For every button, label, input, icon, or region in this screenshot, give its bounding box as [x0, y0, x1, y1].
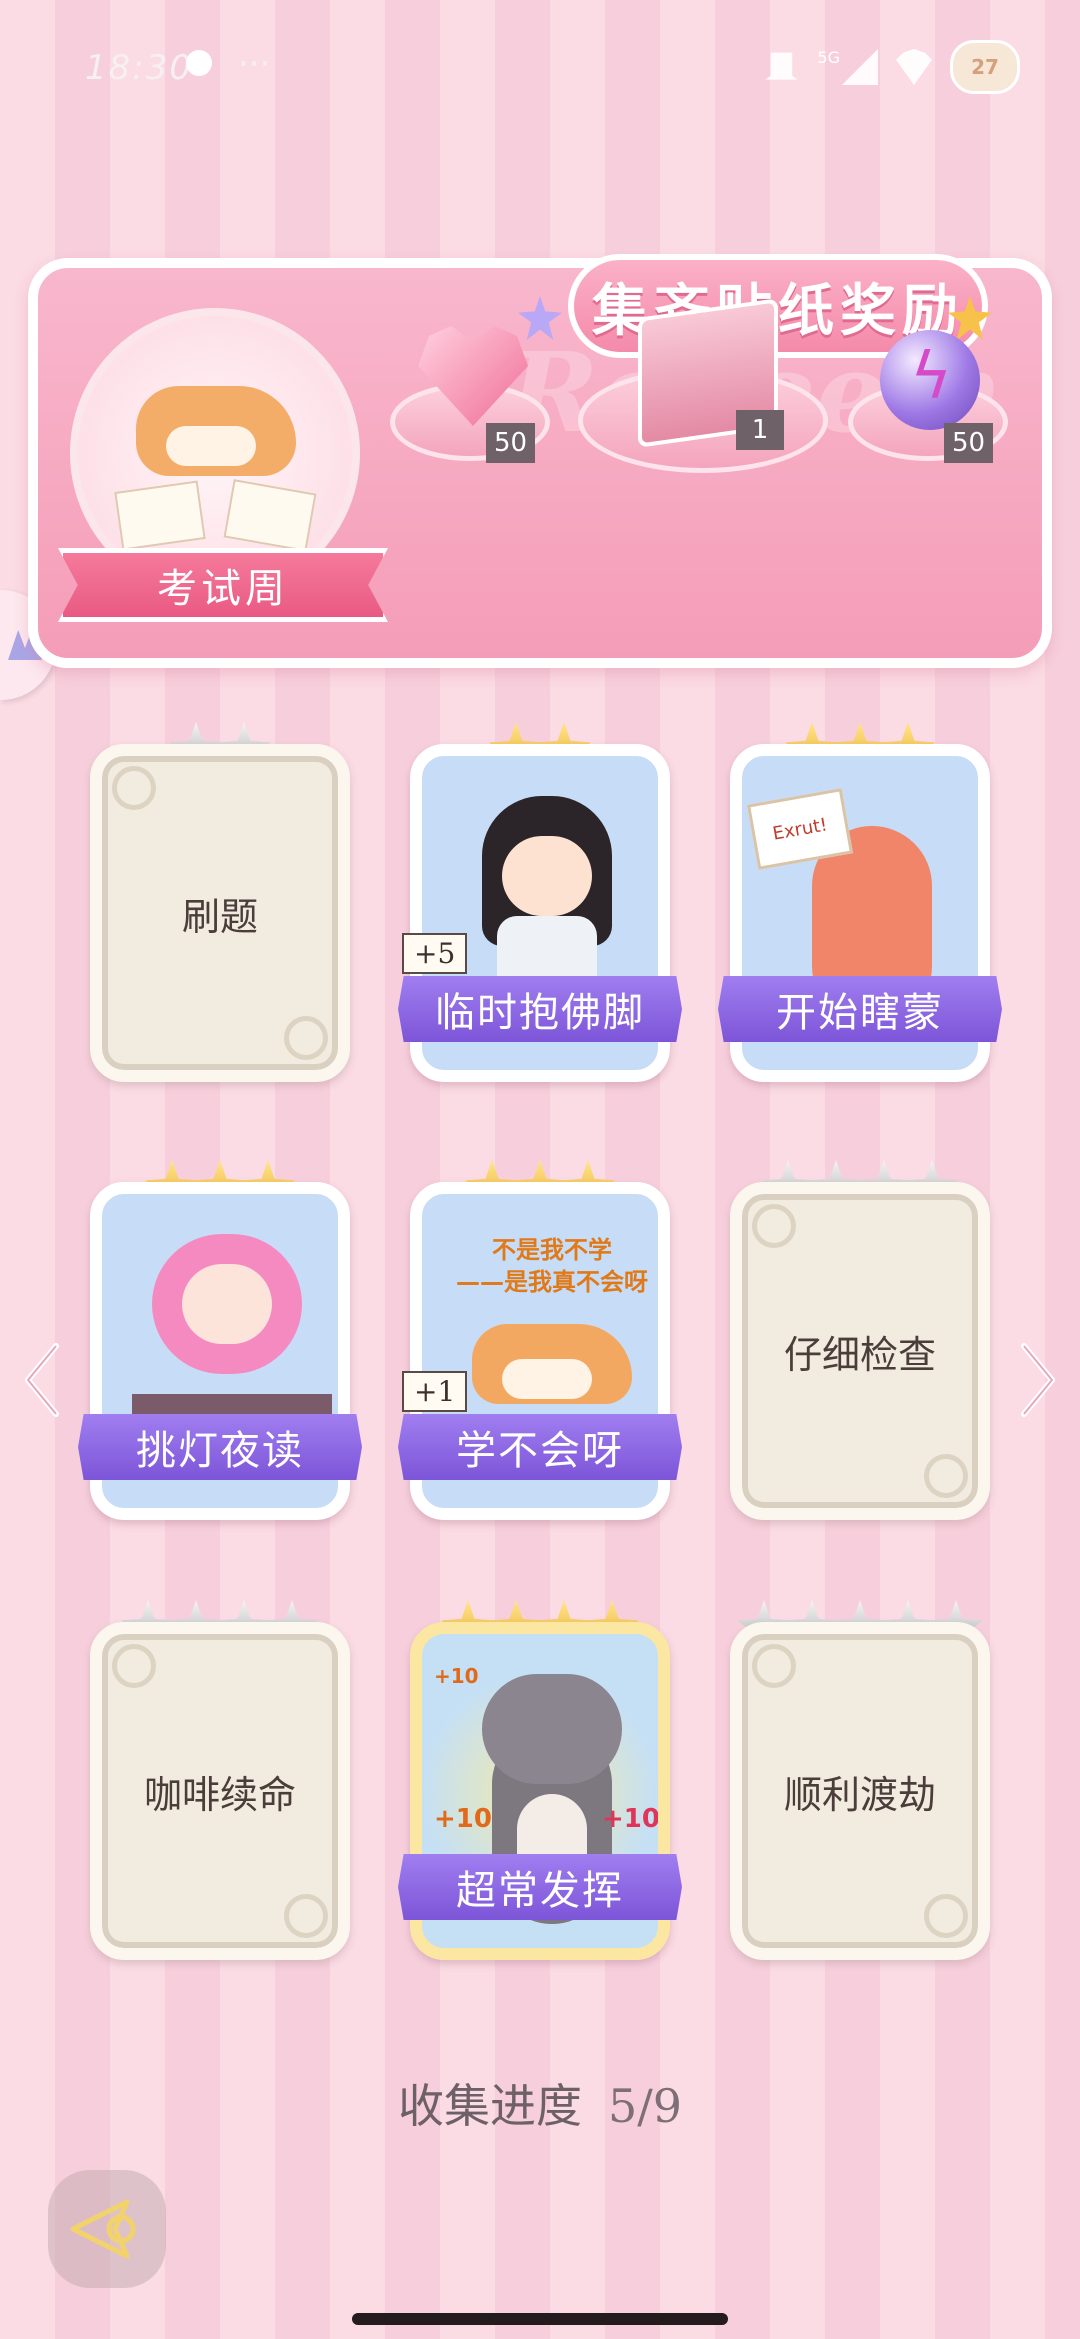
- sticker-card[interactable]: 不是我不学 ——是我真不会呀 +1 学不会呀: [398, 1160, 682, 1520]
- status-time: 18:30: [85, 48, 193, 88]
- sticker-card[interactable]: 仔细检查: [730, 1160, 990, 1520]
- dog-belly: [502, 1359, 592, 1399]
- desk-illustration: [132, 1394, 332, 1416]
- bonus-text: +10: [434, 1664, 479, 1688]
- sticker-caption: 不是我不学 ——是我真不会呀: [442, 1234, 658, 1298]
- alarm-icon: [186, 50, 212, 76]
- collection-progress: 收集进度 5/9: [0, 2070, 1080, 2136]
- wifi-icon: [896, 49, 932, 85]
- girl-face: [182, 1264, 272, 1344]
- bonus-text: +10: [602, 1804, 660, 1834]
- sticker-card[interactable]: 刷题: [90, 722, 350, 1082]
- previous-page-button[interactable]: [22, 1340, 62, 1420]
- sticker-count-badge: +5: [402, 933, 468, 974]
- reward-count: 50: [486, 423, 536, 463]
- sticker-name: 顺利渡劫: [783, 1772, 936, 1817]
- reward-count: 1: [736, 410, 784, 450]
- sticker-card[interactable]: 顺利渡劫: [730, 1600, 990, 1960]
- bonus-text: +10: [434, 1804, 492, 1834]
- next-page-button[interactable]: [1018, 1340, 1058, 1420]
- sticker-name: 超常发挥: [398, 1854, 682, 1920]
- energy-orb-icon[interactable]: [880, 330, 980, 430]
- reward-count: 50: [944, 423, 994, 463]
- sticker-name: 挑灯夜读: [78, 1414, 362, 1480]
- caption-line: 不是我不学: [492, 1236, 612, 1264]
- back-button[interactable]: [48, 2170, 166, 2288]
- girl-face: [502, 836, 592, 916]
- paper-illustration: [114, 480, 206, 551]
- battery-indicator: 27: [950, 40, 1020, 94]
- cat-face: [482, 1674, 622, 1784]
- back-arrow-icon: [70, 2199, 136, 2259]
- status-more: ···: [238, 44, 271, 84]
- network-type: 5G: [817, 47, 840, 67]
- sticker-name: 开始瞎蒙: [718, 976, 1002, 1042]
- paper-illustration: [223, 479, 317, 552]
- exam-week-label: 考试周: [58, 548, 388, 622]
- status-bar: 18:30 ··· 5G 27: [0, 0, 1080, 140]
- home-indicator[interactable]: [352, 2313, 728, 2325]
- sticker-name: 学不会呀: [398, 1414, 682, 1480]
- reward-banner: Redeem 集齐贴纸奖励 考试周 50 1 50: [28, 254, 1052, 668]
- sticker-card[interactable]: +5 临时抱佛脚: [398, 722, 682, 1082]
- sticker-card[interactable]: Exrut! 开始瞎蒙: [718, 722, 1002, 1082]
- progress-label: 收集进度: [397, 2079, 582, 2133]
- sticker-name: 仔细检查: [783, 1332, 936, 1377]
- caption-line: ——是我真不会呀: [456, 1268, 648, 1296]
- shiba-dog-illustration: [136, 386, 296, 476]
- progress-value: 5/9: [607, 2079, 683, 2133]
- sticker-name: 咖啡续命: [143, 1772, 296, 1817]
- signal-icon: [842, 49, 878, 85]
- sticker-card[interactable]: 挑灯夜读: [78, 1160, 362, 1520]
- sticker-name: 临时抱佛脚: [398, 976, 682, 1042]
- sticker-card[interactable]: 咖啡续命: [90, 1600, 350, 1960]
- chevron-left-icon: [25, 1343, 59, 1417]
- chevron-right-icon: [1021, 1343, 1055, 1417]
- status-icons: 5G 27: [763, 40, 1020, 94]
- sticker-name: 刷题: [181, 894, 258, 939]
- sticker-count-badge: +1: [402, 1371, 468, 1412]
- sticker-card[interactable]: +10 +10 +10 超常发挥: [398, 1600, 682, 1960]
- mute-icon: [765, 52, 798, 80]
